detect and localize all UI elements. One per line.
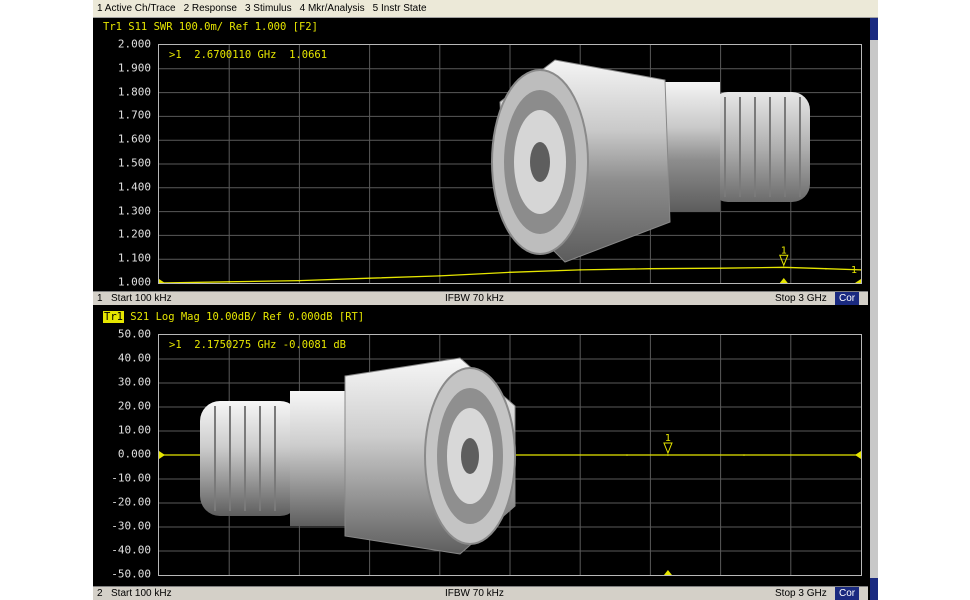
reference-arrow-left xyxy=(159,451,165,459)
y-tick: 1.300 xyxy=(117,204,151,218)
marker-2-readout: >1 2.1750275 GHz -0.0081 dB xyxy=(169,339,347,351)
marker-1-label: 1 xyxy=(665,433,671,444)
y-tick: 1.800 xyxy=(117,85,151,99)
y-tick: 50.00 xyxy=(117,327,151,341)
y-tick: 30.00 xyxy=(117,375,151,389)
channel-1-status-bar: 1 Start 100 kHz IFBW 70 kHz Stop 3 GHz C… xyxy=(93,291,868,305)
reference-arrow-right xyxy=(855,451,861,459)
y-tick: 1.900 xyxy=(117,61,151,75)
y-tick: 1.500 xyxy=(117,156,151,170)
y-tick: 2.000 xyxy=(117,37,151,51)
y-tick: 1.100 xyxy=(117,251,151,265)
trace-end-label: 1 xyxy=(851,265,857,276)
connector-adapter-image-bottom xyxy=(200,357,516,555)
window-edge xyxy=(870,18,878,308)
menu-mkr-analysis[interactable]: 4 Mkr/Analysis xyxy=(296,3,369,14)
y-tick: 20.00 xyxy=(117,399,151,413)
channel-2-status-bar: 2 Start 100 kHz IFBW 70 kHz Stop 3 GHz C… xyxy=(93,586,868,600)
ifbw[interactable]: IFBW 70 kHz xyxy=(445,292,504,305)
y-tick: 1.000 xyxy=(117,275,151,289)
stop-frequency[interactable]: Stop 3 GHz xyxy=(775,292,827,305)
y-tick: 40.00 xyxy=(117,351,151,365)
y-tick: -30.00 xyxy=(111,519,151,533)
start-frequency[interactable]: Start 100 kHz xyxy=(111,292,172,305)
channel-number: 2 xyxy=(97,588,103,599)
correction-badge[interactable]: Cor xyxy=(835,587,860,600)
y-tick: -50.00 xyxy=(111,567,151,581)
active-trace-tag: Tr1 xyxy=(103,311,124,323)
trace-2-header[interactable]: Tr1 S21 Log Mag 10.00dB/ Ref 0.000dB [RT… xyxy=(103,311,364,323)
channel-number: 1 xyxy=(97,293,103,304)
start-frequency[interactable]: Start 100 kHz xyxy=(111,587,172,600)
connector-adapter-image-top xyxy=(491,59,810,263)
marker-1-stimulus-indicator xyxy=(779,278,788,283)
y-tick: 10.00 xyxy=(117,423,151,437)
reference-arrow-right xyxy=(855,279,861,283)
y-tick: 0.000 xyxy=(117,447,151,461)
menu-stimulus[interactable]: 3 Stimulus xyxy=(241,3,296,14)
y-tick: -10.00 xyxy=(111,471,151,485)
ifbw[interactable]: IFBW 70 kHz xyxy=(445,587,504,600)
window-edge xyxy=(870,308,878,600)
trace-1-header[interactable]: Tr1 S11 SWR 100.0m/ Ref 1.000 [F2] xyxy=(103,21,318,33)
trace-2-header-text: S21 Log Mag 10.00dB/ Ref 0.000dB [RT] xyxy=(123,311,365,323)
y-tick: 1.600 xyxy=(117,132,151,146)
menu-active-ch-trace[interactable]: 1 Active Ch/Trace xyxy=(93,3,180,14)
y-tick: 1.400 xyxy=(117,180,151,194)
marker-1-readout: >1 2.6700110 GHz 1.0661 xyxy=(169,49,328,61)
y-tick: -20.00 xyxy=(111,495,151,509)
menu-instr-state[interactable]: 5 Instr State xyxy=(369,3,431,14)
y-tick: -40.00 xyxy=(111,543,151,557)
channel-2-y-axis: 50.00 40.00 30.00 20.00 10.00 0.000 -10.… xyxy=(93,328,151,581)
y-tick: 1.200 xyxy=(117,227,151,241)
correction-badge[interactable]: Cor xyxy=(835,292,860,305)
marker-1-symbol xyxy=(663,442,673,455)
channel-1-y-axis: 2.000 1.900 1.800 1.700 1.600 1.500 1.40… xyxy=(93,38,151,289)
stop-frequency[interactable]: Stop 3 GHz xyxy=(775,587,827,600)
menu-bar: 1 Active Ch/Trace 2 Response 3 Stimulus … xyxy=(93,0,878,18)
menu-response[interactable]: 2 Response xyxy=(180,3,241,14)
y-tick: 1.700 xyxy=(117,108,151,122)
marker-1-stimulus-indicator xyxy=(663,570,672,575)
